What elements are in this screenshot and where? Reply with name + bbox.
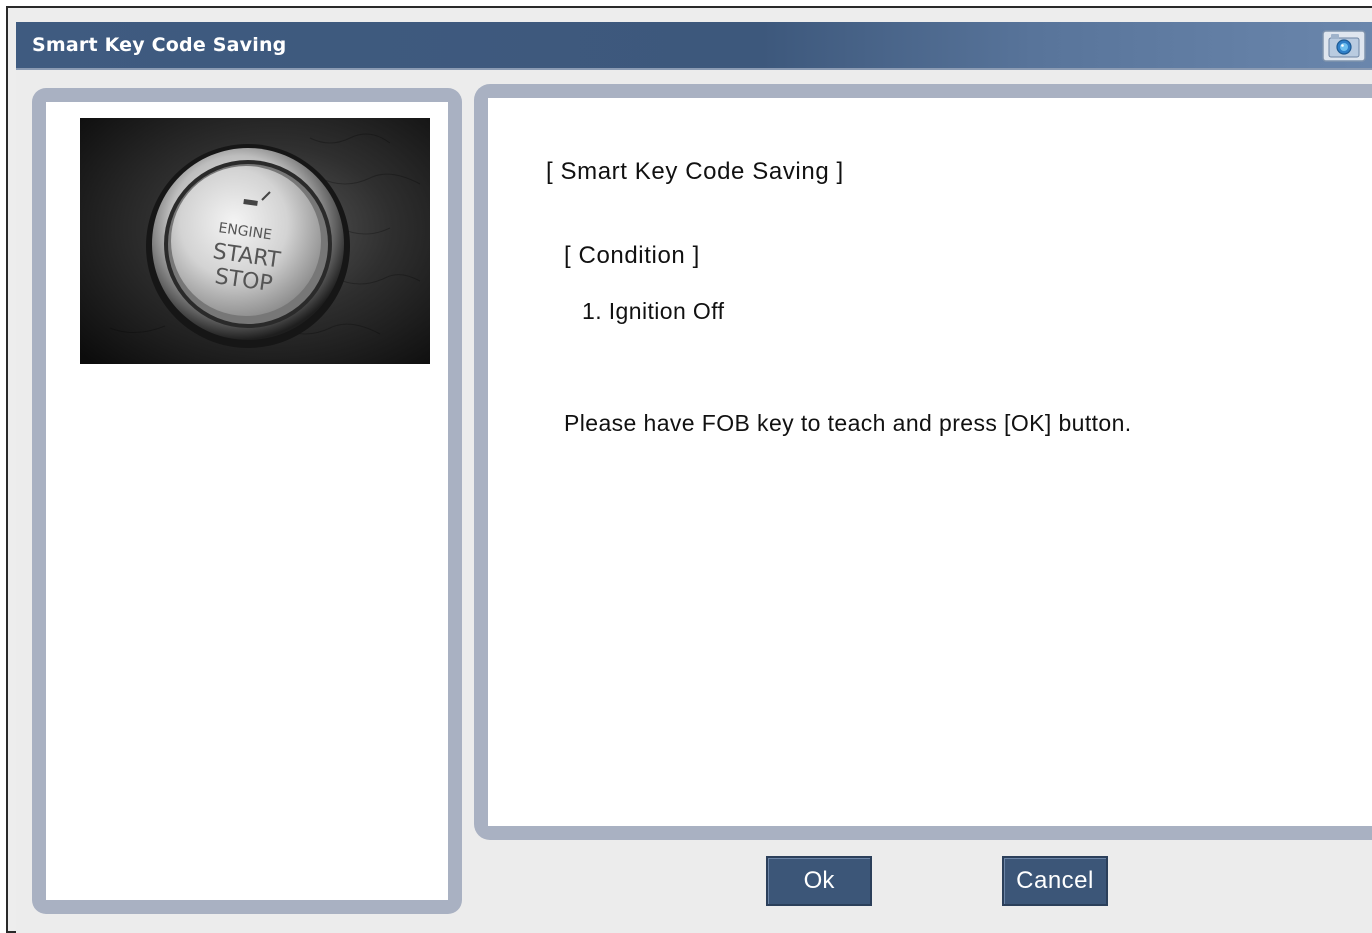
condition-label: [ Condition ]: [564, 242, 700, 269]
cancel-button[interactable]: Cancel: [1002, 856, 1108, 906]
engine-start-stop-button-photo: ENGINE START STOP: [80, 118, 430, 364]
message-panel: [ Smart Key Code Saving ] [ Condition ] …: [474, 84, 1372, 840]
camera-icon[interactable]: [1322, 30, 1366, 62]
instruction-text: Please have FOB key to teach and press […: [564, 410, 1132, 436]
condition-item: 1. Ignition Off: [582, 298, 725, 324]
message-panel-content: [ Smart Key Code Saving ] [ Condition ] …: [488, 98, 1372, 826]
image-panel: ENGINE START STOP: [32, 88, 462, 914]
image-panel-content: ENGINE START STOP: [46, 102, 448, 900]
title-bar: Smart Key Code Saving: [16, 22, 1372, 70]
message-heading: [ Smart Key Code Saving ]: [546, 158, 844, 185]
ok-button[interactable]: Ok: [766, 856, 872, 906]
dialog-window: Smart Key Code Saving ENGINE START STOP …: [16, 22, 1372, 933]
window-title: Smart Key Code Saving: [32, 34, 287, 56]
